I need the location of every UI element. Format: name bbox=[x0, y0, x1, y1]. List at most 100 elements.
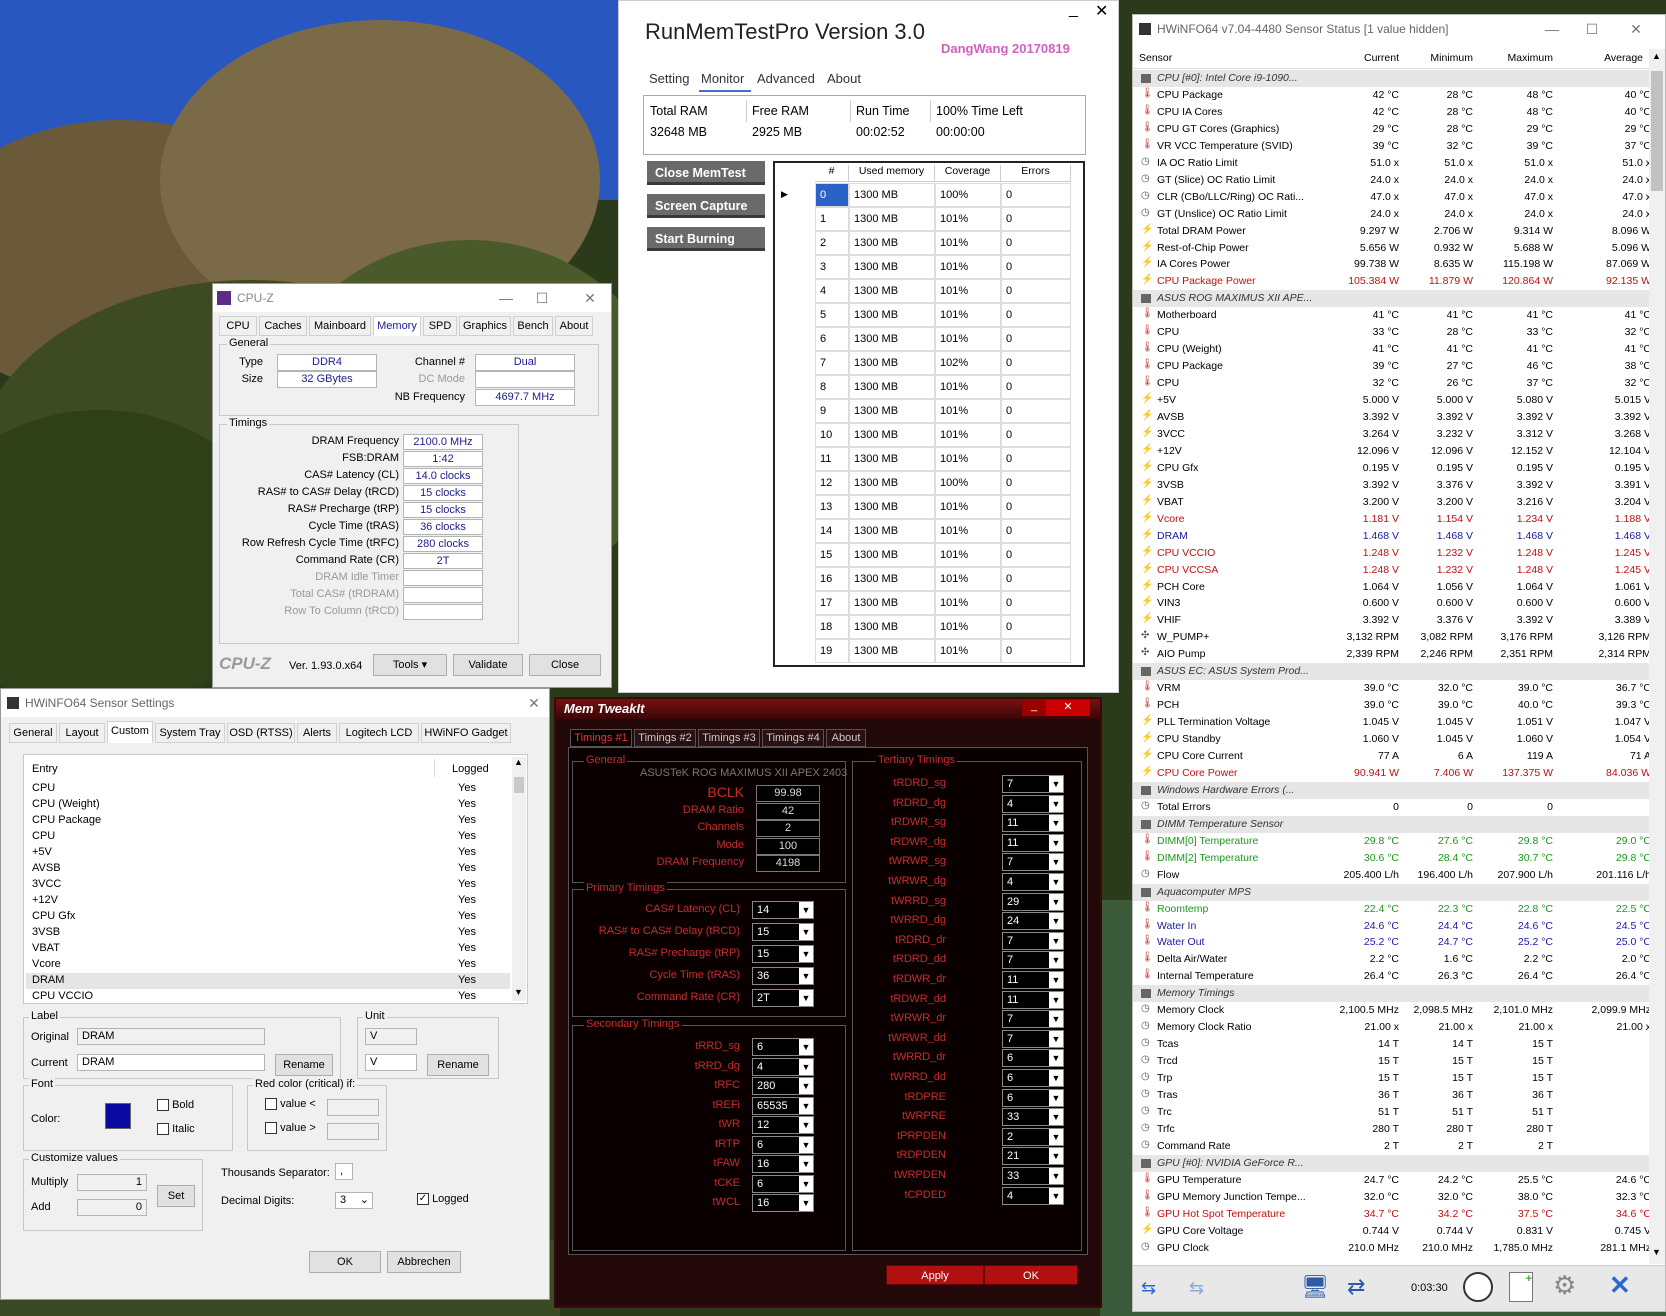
tab-custom[interactable]: Custom bbox=[107, 721, 153, 743]
tab-timings-2[interactable]: Timings #2 bbox=[634, 729, 696, 747]
list-item[interactable]: CPU Yes bbox=[26, 781, 510, 797]
tab-general[interactable]: General bbox=[9, 723, 57, 743]
sensor-row[interactable]: ◷ Memory Clock Ratio 21.00 x 21.00 x 21.00 x… bbox=[1133, 1019, 1651, 1036]
col-header-average[interactable]: Average bbox=[1553, 52, 1643, 64]
sensor-row[interactable]: 🌡 Internal Temperature 26.4 °C 26.3 °C 26.4 … bbox=[1133, 968, 1651, 985]
table-row[interactable]: 13 1300 MB 101% 0 bbox=[775, 495, 1083, 519]
sensor-row[interactable]: ⚡ 3VSB 3.392 V 3.376 V 3.392 V 3.391 V bbox=[1133, 477, 1651, 494]
sensor-row[interactable]: ◷ CLR (CBo/LLC/Ring) OC Rati... 47.0 x 47.0… bbox=[1133, 189, 1651, 206]
table-row[interactable]: 5 1300 MB 101% 0 bbox=[775, 303, 1083, 327]
sensor-row[interactable]: ◷ Total Errors 0 0 0 bbox=[1133, 799, 1649, 816]
sensor-row[interactable]: 🌡 VR VCC Temperature (SVID) 39 °C 32 °C 39 °… bbox=[1133, 138, 1651, 155]
value-gt-checkbox[interactable]: value > bbox=[265, 1122, 316, 1135]
mt-ter-select[interactable]: 7 ▼ bbox=[1002, 951, 1064, 970]
mt-ter-select[interactable]: 2 ▼ bbox=[1002, 1127, 1064, 1146]
list-item[interactable]: AVSB Yes bbox=[26, 861, 510, 877]
sensor-row[interactable]: 🌡 CPU Package 42 °C 28 °C 48 °C 40 °C bbox=[1133, 87, 1651, 104]
rename-label-button[interactable]: Rename bbox=[275, 1054, 333, 1076]
ok-button[interactable]: OK bbox=[309, 1251, 381, 1273]
sensor-row[interactable]: ◷ IA OC Ratio Limit 51.0 x 51.0 x 51.0 x 51.0… bbox=[1133, 155, 1651, 172]
mt-ter-select[interactable]: 6 ▼ bbox=[1002, 1049, 1064, 1068]
list-item[interactable]: DRAM Yes bbox=[26, 973, 510, 989]
sensor-row[interactable]: ⚡ CPU VCCIO 1.248 V 1.232 V 1.248 V 1.245 V bbox=[1133, 545, 1651, 562]
mt-sec-select[interactable]: 4 ▼ bbox=[752, 1057, 814, 1076]
minimize-icon[interactable]: _ bbox=[1022, 700, 1046, 716]
list-item[interactable]: 3VSB Yes bbox=[26, 925, 510, 941]
logging-icon[interactable]: + bbox=[1509, 1272, 1533, 1302]
table-row[interactable]: 16 1300 MB 101% 0 bbox=[775, 567, 1083, 591]
mt-sec-select[interactable]: 6 ▼ bbox=[752, 1135, 814, 1154]
sensor-row[interactable]: ◷ Flow 205.400 L/h 196.400 L/h 207.900 L/h 20… bbox=[1133, 867, 1651, 884]
sensor-row[interactable]: ⚡ CPU VCCSA 1.248 V 1.232 V 1.248 V 1.245 V bbox=[1133, 562, 1651, 579]
table-row[interactable]: ▶ 0 1300 MB 100% 0 bbox=[775, 183, 1083, 207]
tab-advanced[interactable]: Advanced bbox=[757, 71, 815, 86]
col-header-maximum[interactable]: Maximum bbox=[1473, 52, 1553, 64]
mt-ok-button[interactable]: OK bbox=[984, 1265, 1078, 1285]
sensor-row[interactable]: 🌡 Delta Air/Water 2.2 °C 1.6 °C 2.2 °C 2.0 °C bbox=[1133, 951, 1651, 968]
tab-bench[interactable]: Bench bbox=[513, 316, 553, 336]
tab-spd[interactable]: SPD bbox=[423, 316, 457, 336]
tab-setting[interactable]: Setting bbox=[649, 71, 689, 86]
list-item[interactable]: VBAT Yes bbox=[26, 941, 510, 957]
scroll-down-icon[interactable]: ▼ bbox=[514, 987, 523, 997]
table-row[interactable]: 4 1300 MB 101% 0 bbox=[775, 279, 1083, 303]
sensor-row[interactable]: 🌡 DIMM[0] Temperature 29.8 °C 27.6 °C 29.8 °… bbox=[1133, 833, 1651, 850]
sensor-row[interactable]: 🌡 Roomtemp 22.4 °C 22.3 °C 22.8 °C 22.5 °C bbox=[1133, 901, 1651, 918]
nav-collapse-icon[interactable]: ⇆ bbox=[1189, 1278, 1204, 1299]
list-item[interactable]: CPU VCCIO Yes bbox=[26, 989, 510, 1005]
sensor-row[interactable]: ⚡ CPU Standby 1.060 V 1.045 V 1.060 V 1.054 V bbox=[1133, 731, 1651, 748]
value-lt-checkbox[interactable]: value < bbox=[265, 1098, 316, 1111]
sensor-row[interactable]: ⚡ +12V 12.096 V 12.096 V 12.152 V 12.104 V bbox=[1133, 443, 1651, 460]
value-gt-field[interactable] bbox=[327, 1123, 379, 1140]
bold-checkbox[interactable]: Bold bbox=[157, 1099, 194, 1112]
tab-layout[interactable]: Layout bbox=[59, 723, 105, 743]
close-icon[interactable]: ✕ bbox=[1625, 21, 1647, 38]
multiply-field[interactable]: 1 bbox=[77, 1174, 147, 1191]
sensor-row[interactable]: ⚡ 3VCC 3.264 V 3.232 V 3.312 V 3.268 V bbox=[1133, 426, 1651, 443]
mt-ter-select[interactable]: 6 ▼ bbox=[1002, 1069, 1064, 1087]
mt-ter-select[interactable]: 11 ▼ bbox=[1002, 814, 1064, 833]
close-icon[interactable]: ✕ bbox=[1095, 1, 1108, 21]
color-swatch[interactable] bbox=[105, 1103, 131, 1129]
mt-prim-select[interactable]: 14 ▼ bbox=[752, 901, 814, 919]
sensor-row[interactable]: ◷ GPU Clock 210.0 MHz 210.0 MHz 1,785.0 MHz 2… bbox=[1133, 1240, 1651, 1257]
scroll-thumb[interactable] bbox=[1651, 71, 1663, 191]
tab-timings-1[interactable]: Timings #1 bbox=[570, 729, 632, 747]
list-item[interactable]: +5V Yes bbox=[26, 845, 510, 861]
sensor-row[interactable]: ✣ W_PUMP+ 3,132 RPM 3,082 RPM 3,176 RPM 3,126… bbox=[1133, 629, 1651, 646]
sensor-row[interactable]: 🌡 CPU Package 39 °C 27 °C 46 °C 38 °C bbox=[1133, 358, 1651, 375]
unit-current-field[interactable]: V bbox=[365, 1054, 417, 1071]
sensor-row[interactable]: ◷ Trc 51 T 51 T 51 T bbox=[1133, 1104, 1649, 1121]
sensor-row[interactable]: 🌡 CPU 33 °C 28 °C 33 °C 32 °C bbox=[1133, 324, 1651, 341]
list-item[interactable]: CPU Package Yes bbox=[26, 813, 510, 829]
sensor-row[interactable]: ⚡ CPU Gfx 0.195 V 0.195 V 0.195 V 0.195 V bbox=[1133, 460, 1651, 477]
sensor-group[interactable]: GPU [#0]: NVIDIA GeForce R... bbox=[1133, 1154, 1649, 1172]
mt-ter-select[interactable]: 11 ▼ bbox=[1002, 833, 1064, 852]
close-sensors-icon[interactable]: ✕ bbox=[1609, 1270, 1631, 1301]
sensor-row[interactable]: ⚡ CPU Core Power 90.941 W 7.406 W 137.375 W8… bbox=[1133, 765, 1651, 782]
sensor-row[interactable]: ◷ Command Rate 2 T2 T2 T bbox=[1133, 1138, 1649, 1155]
mt-sec-select[interactable]: 65535 ▼ bbox=[752, 1096, 814, 1115]
mt-sec-select[interactable]: 280 ▼ bbox=[752, 1077, 814, 1095]
mt-ter-select[interactable]: 4 ▼ bbox=[1002, 873, 1064, 891]
network-icon[interactable]: 🖥 bbox=[1301, 1274, 1329, 1300]
sensor-row[interactable]: ⚡ AVSB 3.392 V 3.392 V 3.392 V 3.392 V bbox=[1133, 409, 1651, 426]
sensor-row[interactable]: ⚡ CPU Core Current 77 A6 A 119 A 71 A bbox=[1133, 748, 1651, 765]
close-memtest-button[interactable]: Close MemTest bbox=[647, 161, 765, 185]
sensor-row[interactable]: ⚡ VBAT 3.200 V 3.200 V 3.216 V 3.204 V bbox=[1133, 494, 1651, 511]
sensor-row[interactable]: 🌡 Motherboard 41 °C 41 °C 41 °C 41 °C bbox=[1133, 307, 1651, 324]
scroll-up-icon[interactable]: ▲ bbox=[1652, 51, 1661, 61]
mt-ter-select[interactable]: 29 ▼ bbox=[1002, 892, 1064, 911]
sensor-row[interactable]: ◷ Tras 36 T 36 T 36 T bbox=[1133, 1087, 1649, 1104]
sensor-row[interactable]: 🌡 CPU IA Cores 42 °C 28 °C 48 °C 40 °C bbox=[1133, 104, 1651, 121]
sensor-row[interactable]: 🌡 Water Out 25.2 °C 24.7 °C 25.2 °C 25.0 °C bbox=[1133, 934, 1651, 951]
col-entry-header[interactable]: Entry bbox=[32, 763, 58, 775]
list-scrollbar[interactable]: ▲ ▼ bbox=[512, 757, 526, 1001]
minimize-icon[interactable]: _ bbox=[1069, 1, 1078, 19]
sensor-row[interactable]: 🌡 PCH 39.0 °C 39.0 °C 40.0 °C 39.3 °C bbox=[1133, 697, 1651, 714]
screen-capture-button[interactable]: Screen Capture bbox=[647, 194, 765, 218]
tab-memory[interactable]: Memory bbox=[373, 316, 421, 336]
close-icon[interactable]: ✕ bbox=[1046, 700, 1090, 716]
italic-checkbox[interactable]: Italic bbox=[157, 1123, 195, 1136]
mt-ter-select[interactable]: 4 ▼ bbox=[1002, 1186, 1064, 1205]
